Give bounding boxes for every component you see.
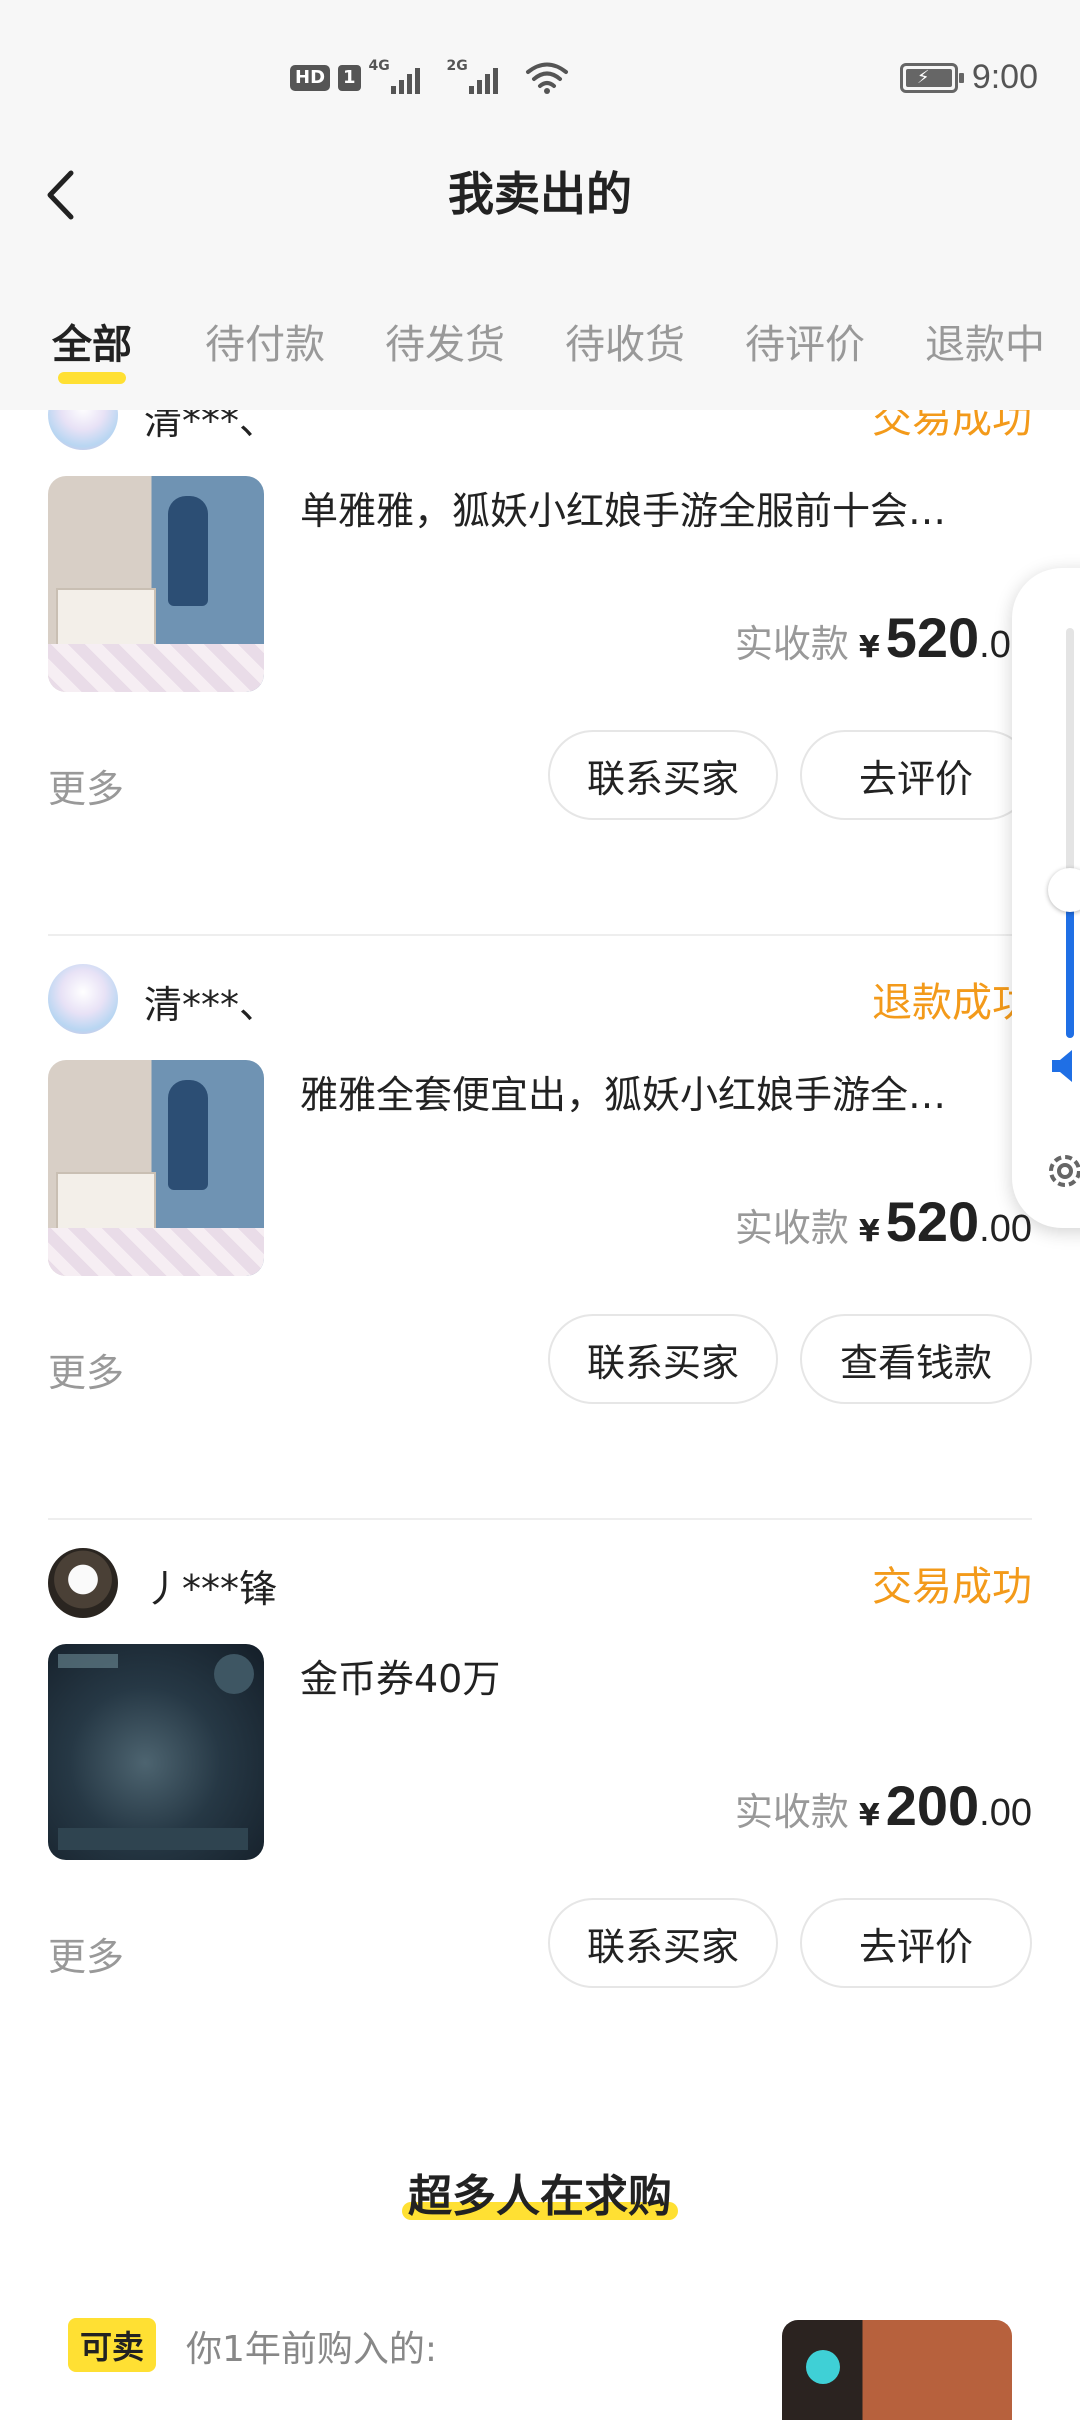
tab-pending-receipt[interactable]: 待收货 (562, 270, 688, 410)
contact-buyer-button[interactable]: 联系买家 (548, 1314, 778, 1404)
signal-2g-label: 2G (446, 58, 468, 74)
price-label: 实收款 (734, 622, 849, 666)
volume-slider-fill (1066, 898, 1074, 1038)
price-integer: 520 (885, 606, 980, 669)
sellable-badge: 可卖 (68, 2318, 157, 2372)
camera-icon (806, 2350, 840, 2384)
price-decimal: .00 (979, 1792, 1032, 1834)
volume-panel (1012, 568, 1080, 1228)
page-title: 我卖出的 (448, 167, 632, 221)
product-thumbnail[interactable] (48, 476, 264, 692)
battery-charging-icon: ⚡ (899, 62, 964, 93)
active-tab-indicator (58, 372, 126, 384)
view-funds-button[interactable]: 查看钱款 (800, 1314, 1032, 1404)
tab-label: 退款中 (925, 322, 1045, 368)
price-row: 实收款 ¥ 200 .00 (735, 1773, 1032, 1838)
price-label: 实收款 (734, 1790, 849, 1834)
product-thumbnail[interactable] (782, 2320, 1012, 2420)
currency-symbol: ¥ (858, 1214, 880, 1249)
avatar[interactable] (48, 1548, 118, 1618)
buyer-name: 丿***锋 (144, 1567, 278, 1611)
price-integer: 520 (885, 1190, 980, 1253)
avatar[interactable] (48, 410, 118, 450)
order-card[interactable]: 清***、 交易成功 单雅雅，狐妖小红娘手游全服前十会… 实收款 ¥ 520 .… (0, 410, 1080, 934)
tab-pending-shipment[interactable]: 待发货 (382, 270, 508, 410)
contact-buyer-button[interactable]: 联系买家 (548, 730, 778, 820)
price-row: 实收款 ¥ 520 .00 (735, 605, 1032, 670)
order-tabs: 全部 待付款 待发货 待收货 待评价 退款中 (0, 270, 1080, 410)
tab-all[interactable]: 全部 (44, 270, 140, 410)
order-card[interactable]: 清***、 退款成功 雅雅全套便宜出，狐妖小红娘手游全… 实收款 ¥ 520 .… (0, 934, 1080, 1518)
order-status: 交易成功 (872, 410, 1032, 442)
signal-2g-icon: 2G (447, 58, 517, 98)
tab-label: 待评价 (745, 322, 865, 368)
price-row: 实收款 ¥ 520 .00 (735, 1189, 1032, 1254)
hd-icon: HD (290, 65, 331, 91)
review-button[interactable]: 去评价 (800, 730, 1032, 820)
order-list: 清***、 交易成功 单雅雅，狐妖小红娘手游全服前十会… 实收款 ¥ 520 .… (0, 410, 1080, 2400)
status-left: HD 1 4G 2G (290, 58, 569, 98)
more-link[interactable]: 更多 (48, 758, 124, 813)
sim-icon: 1 (338, 65, 361, 91)
price-decimal: .00 (979, 1208, 1032, 1250)
status-right: ⚡ 9:00 (899, 58, 1038, 97)
wanted-title: 超多人在求购 (402, 2160, 678, 2224)
review-button[interactable]: 去评价 (800, 1898, 1032, 1988)
item-title[interactable]: 单雅雅，狐妖小红娘手游全服前十会… (300, 480, 1020, 535)
order-card[interactable]: 丿***锋 交易成功 金币券40万 实收款 ¥ 200 .00 更多 联系买家 … (0, 1518, 1080, 2102)
product-thumbnail[interactable] (48, 1060, 264, 1276)
tab-pending-review[interactable]: 待评价 (742, 270, 868, 410)
product-thumbnail[interactable] (48, 1644, 264, 1860)
purchase-history-text: 你1年前购入的: (186, 2329, 438, 2370)
buyer-name: 清***、 (144, 983, 278, 1027)
tab-pending-payment[interactable]: 待付款 (202, 270, 328, 410)
item-title[interactable]: 雅雅全套便宜出，狐妖小红娘手游全… (300, 1064, 1020, 1119)
more-link[interactable]: 更多 (48, 1926, 124, 1981)
currency-symbol: ¥ (858, 630, 880, 665)
tab-label: 全部 (52, 322, 132, 368)
item-title[interactable]: 金币券40万 (300, 1648, 1020, 1703)
tab-label: 待付款 (205, 322, 325, 368)
volume-slider-handle[interactable] (1048, 868, 1080, 912)
tab-label: 待发货 (385, 322, 505, 368)
app-header: 我卖出的 (0, 120, 1080, 270)
tab-label: 待收货 (565, 322, 685, 368)
more-link[interactable]: 更多 (48, 1342, 124, 1397)
signal-4g-icon: 4G (369, 58, 439, 98)
wanted-title-text: 超多人在求购 (408, 2171, 672, 2222)
gear-icon[interactable] (1042, 1148, 1080, 1194)
order-status: 退款成功 (872, 980, 1032, 1026)
tab-refunding[interactable]: 退款中 (922, 270, 1048, 410)
clock: 9:00 (971, 58, 1038, 96)
price-integer: 200 (885, 1774, 980, 1837)
currency-symbol: ¥ (858, 1798, 880, 1833)
signal-4g-label: 4G (368, 58, 390, 74)
buyer-name: 清***、 (144, 410, 278, 443)
price-label: 实收款 (734, 1206, 849, 1250)
avatar[interactable] (48, 964, 118, 1034)
order-status: 交易成功 (872, 1564, 1032, 1610)
wanted-section: 超多人在求购 (0, 2160, 1080, 2224)
speaker-icon[interactable] (1050, 1048, 1080, 1084)
wifi-icon (525, 62, 568, 94)
contact-buyer-button[interactable]: 联系买家 (548, 1898, 778, 1988)
